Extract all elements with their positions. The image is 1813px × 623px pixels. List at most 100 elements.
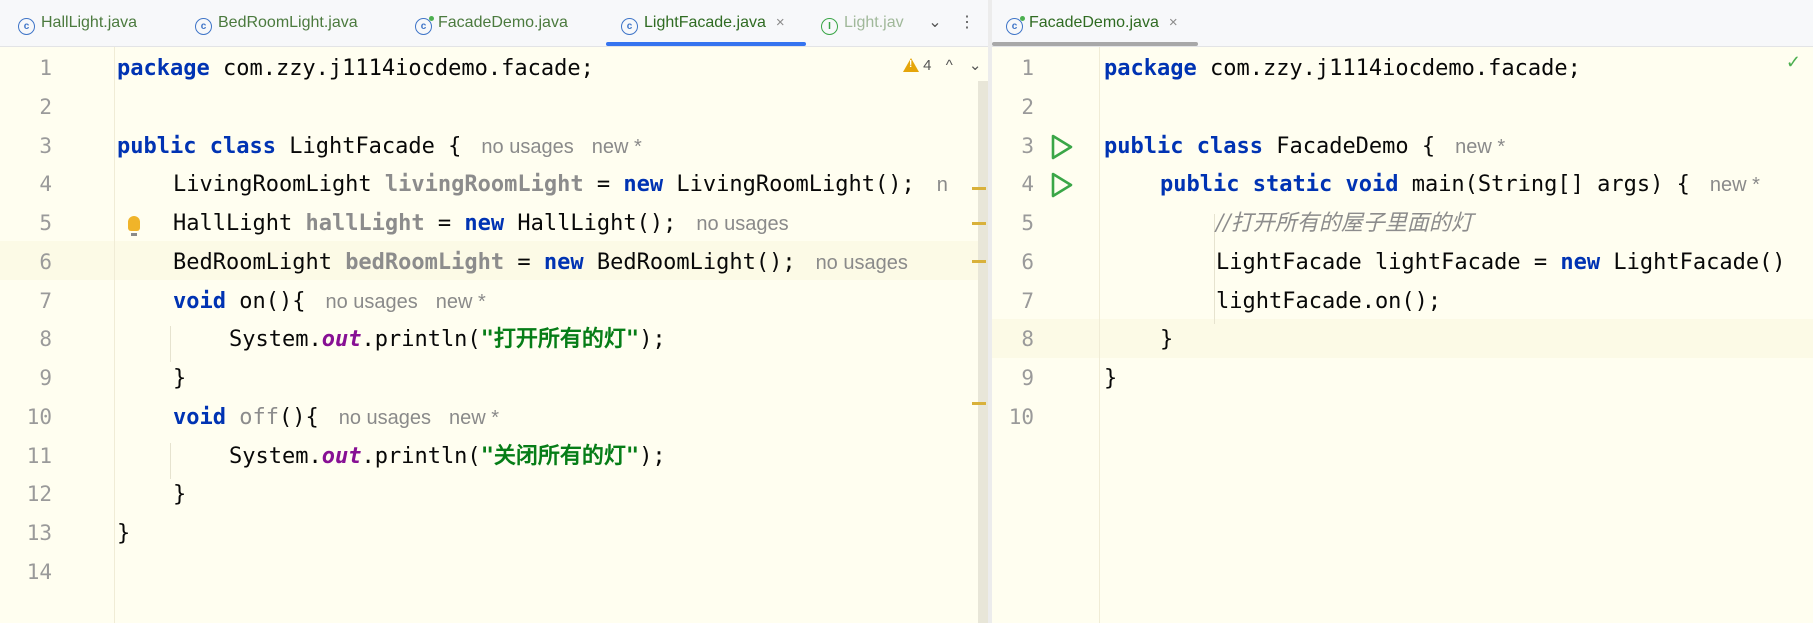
field-name: hallLight bbox=[305, 211, 425, 236]
code-comment: //打开所有的屋子里面的灯 bbox=[1216, 211, 1473, 236]
keyword: static bbox=[1252, 172, 1333, 197]
code-line-9: } bbox=[1104, 359, 1813, 398]
code-text: ); bbox=[639, 444, 666, 469]
code-area[interactable]: package com.zzy.j1114iocdemo.facade; pub… bbox=[117, 47, 988, 623]
keyword: package bbox=[117, 56, 210, 81]
line-number: 2 bbox=[1021, 95, 1034, 119]
line-number: 4 bbox=[39, 172, 52, 196]
run-icon[interactable] bbox=[1047, 133, 1075, 161]
code-area[interactable]: package com.zzy.j1114iocdemo.facade; pub… bbox=[1104, 47, 1813, 623]
runnable-class-icon: c bbox=[415, 16, 434, 35]
code-text: com.zzy.j1114iocdemo.facade; bbox=[1196, 56, 1581, 81]
code-line-11: System.out.println("关闭所有的灯"); bbox=[117, 437, 988, 476]
code-line-6: LightFacade lightFacade = new LightFacad… bbox=[1104, 243, 1813, 282]
code-line-5: HallLight hallLight = new HallLight(); no… bbox=[117, 204, 988, 243]
line-number: 2 bbox=[39, 95, 52, 119]
field-name: livingRoomLight bbox=[384, 172, 584, 197]
code-editor[interactable]: 1 2 3 4 5 6 7 8 9 10 package com.zzy.j11… bbox=[992, 47, 1813, 623]
chevron-down-icon[interactable]: ⌄ bbox=[923, 0, 947, 46]
code-line-6: BedRoomLight bedRoomLight = new BedRoomL… bbox=[117, 243, 988, 282]
code-text: HallLight bbox=[173, 211, 306, 236]
warning-icon bbox=[903, 58, 919, 72]
code-text: } bbox=[173, 366, 187, 391]
tab-facadedemo[interactable]: c FacadeDemo.java × bbox=[1006, 0, 1178, 46]
author-hint[interactable]: new * bbox=[449, 407, 499, 429]
code-line-12: } bbox=[117, 475, 988, 514]
tab-bedroomlight[interactable]: c BedRoomLight.java bbox=[195, 0, 358, 46]
author-hint[interactable]: new * bbox=[1710, 174, 1760, 196]
code-text: on(){ bbox=[225, 289, 306, 314]
run-icon[interactable] bbox=[1047, 171, 1075, 199]
author-hint[interactable]: new * bbox=[592, 136, 642, 158]
code-line-4: public static void main(String[] args) {… bbox=[1104, 165, 1813, 204]
code-text: BedRoomLight bbox=[173, 250, 346, 275]
more-options-icon[interactable]: ⋮ bbox=[955, 0, 979, 46]
keyword: public bbox=[1104, 134, 1184, 159]
string-literal: "关闭所有的灯" bbox=[480, 444, 640, 469]
checkmark-icon[interactable]: ✓ bbox=[1786, 52, 1801, 73]
code-text: (){ bbox=[278, 405, 319, 430]
line-number: 1 bbox=[1021, 56, 1034, 80]
usages-hint[interactable]: no usages bbox=[696, 213, 788, 235]
line-number: 11 bbox=[26, 444, 52, 468]
code-text: = bbox=[583, 172, 624, 197]
keyword: class bbox=[1196, 134, 1263, 159]
tab-label: FacadeDemo.java bbox=[1029, 14, 1159, 31]
close-icon[interactable]: × bbox=[776, 14, 785, 31]
code-text: lightFacade.on(); bbox=[1216, 289, 1442, 314]
code-line-9: } bbox=[117, 359, 988, 398]
code-text: LivingRoomLight bbox=[173, 172, 385, 197]
keyword: new bbox=[543, 250, 584, 275]
usages-hint[interactable]: no usages bbox=[481, 136, 573, 158]
line-number: 5 bbox=[1021, 211, 1034, 235]
line-number: 10 bbox=[26, 405, 52, 429]
code-text: main(String[] args) { bbox=[1398, 172, 1690, 197]
tab-light[interactable]: I Light.jav bbox=[821, 0, 904, 46]
close-icon[interactable]: × bbox=[1169, 14, 1178, 31]
inspection-widget[interactable]: 4 ^ ⌄ bbox=[903, 56, 981, 74]
usages-hint[interactable]: n bbox=[937, 174, 948, 196]
chevron-down-icon[interactable]: ⌄ bbox=[969, 57, 982, 74]
code-text: LightFacade() bbox=[1600, 250, 1786, 275]
warning-stripe-mark[interactable] bbox=[972, 260, 986, 263]
tab-halllight[interactable]: c HallLight.java bbox=[18, 0, 137, 46]
vertical-scrollbar[interactable] bbox=[978, 81, 988, 623]
tab-label: LightFacade.java bbox=[644, 14, 766, 31]
author-hint[interactable]: new * bbox=[436, 291, 486, 313]
author-hint[interactable]: new * bbox=[1455, 136, 1505, 158]
tab-label: HallLight.java bbox=[41, 14, 138, 31]
code-text: System. bbox=[229, 327, 322, 352]
warning-stripe-mark[interactable] bbox=[972, 222, 986, 225]
code-line-8: System.out.println("打开所有的灯"); bbox=[117, 320, 988, 359]
code-text: System. bbox=[229, 444, 322, 469]
code-text: BedRoomLight(); bbox=[583, 250, 796, 275]
usages-hint[interactable]: no usages bbox=[339, 407, 431, 429]
code-line-3: public class FacadeDemo {new * bbox=[1104, 127, 1813, 166]
code-editor[interactable]: 1 2 3 4 5 6 7 8 9 10 11 12 13 14 package… bbox=[0, 47, 988, 623]
keyword: void bbox=[1345, 172, 1399, 197]
code-line-1: package com.zzy.j1114iocdemo.facade; bbox=[117, 49, 988, 88]
line-number: 1 bbox=[39, 56, 52, 80]
class-icon: c bbox=[621, 18, 638, 35]
code-text: = bbox=[424, 211, 465, 236]
interface-icon: I bbox=[821, 18, 838, 35]
line-number: 5 bbox=[39, 211, 52, 235]
code-text: HallLight(); bbox=[504, 211, 677, 236]
chevron-up-icon[interactable]: ^ bbox=[946, 57, 953, 74]
tab-facadedemo[interactable]: c FacadeDemo.java bbox=[415, 0, 568, 46]
line-number: 6 bbox=[39, 250, 52, 274]
code-line-10: void off(){no usages new * bbox=[117, 398, 988, 437]
code-text: com.zzy.j1114iocdemo.facade; bbox=[209, 56, 594, 81]
line-number: 9 bbox=[1021, 366, 1034, 390]
unused-method-name: off bbox=[239, 405, 279, 430]
tab-lightfacade[interactable]: c LightFacade.java × bbox=[621, 0, 785, 46]
keyword: new bbox=[1560, 250, 1601, 275]
warning-stripe-mark[interactable] bbox=[972, 402, 986, 405]
line-number: 14 bbox=[26, 560, 52, 584]
usages-hint[interactable]: no usages bbox=[325, 291, 417, 313]
warning-stripe-mark[interactable] bbox=[972, 187, 986, 190]
tab-label: FacadeDemo.java bbox=[438, 14, 568, 31]
usages-hint[interactable]: no usages bbox=[816, 252, 908, 274]
code-text: ); bbox=[639, 327, 666, 352]
line-number: 7 bbox=[1021, 289, 1034, 313]
